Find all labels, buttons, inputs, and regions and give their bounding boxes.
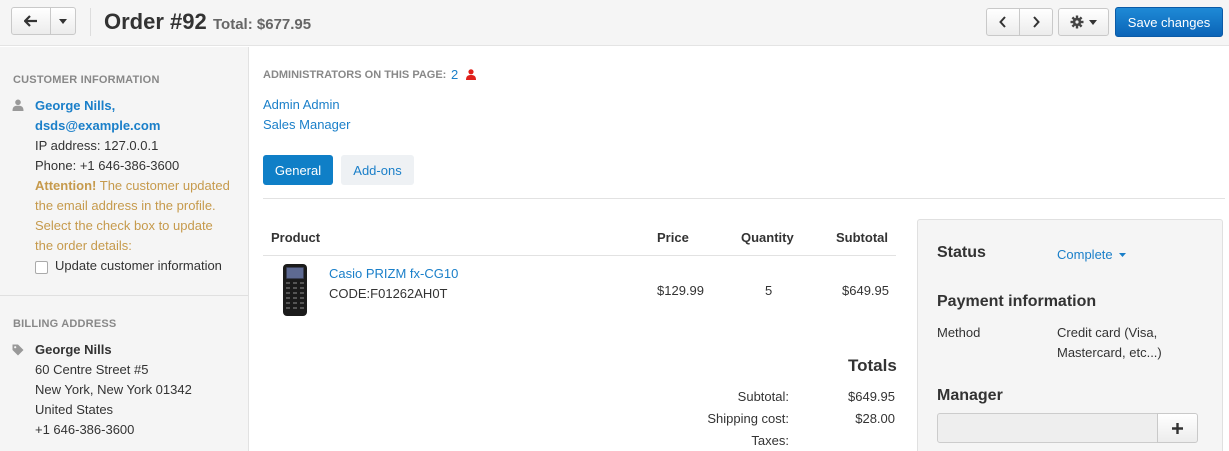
caret-down-icon [1089, 19, 1097, 25]
billing-phone: +1 646-386-3600 [35, 422, 135, 437]
product-price: $129.99 [657, 283, 704, 298]
next-order-button[interactable] [1019, 8, 1053, 36]
status-dropdown[interactable]: Complete [1057, 247, 1127, 262]
arrow-left-icon [24, 15, 37, 27]
update-customer-label[interactable]: Update customer information [55, 258, 222, 273]
customer-phone: Phone: +1 646-386-3600 [35, 158, 180, 173]
back-button-group [11, 7, 76, 35]
shipping-cost-label: Shipping cost: [707, 411, 789, 426]
billing-city: New York, New York 01342 [35, 382, 192, 397]
taxes-label: Taxes: [751, 433, 789, 448]
tab-add-ons[interactable]: Add-ons [341, 155, 414, 185]
tabs-divider [263, 198, 1225, 199]
page-title: Order #92 [104, 9, 207, 34]
product-subtotal: $649.95 [842, 283, 889, 298]
update-customer-checkbox[interactable] [35, 261, 48, 274]
billing-address-heading: BILLING ADDRESS [13, 318, 117, 330]
column-header-subtotal: Subtotal [836, 230, 888, 245]
payment-method-value-1: Credit card (Visa, [1057, 325, 1158, 340]
manager-heading: Manager [937, 387, 1003, 404]
column-header-quantity: Quantity [741, 230, 794, 245]
status-value: Complete [1057, 247, 1113, 262]
status-heading: Status [937, 244, 986, 261]
chevron-left-icon [999, 16, 1006, 28]
toolbar-separator [90, 8, 91, 36]
user-icon [12, 99, 24, 111]
gear-icon [1070, 15, 1084, 29]
attention-text-3: Select the check box to update [35, 218, 213, 233]
manager-input[interactable] [937, 413, 1158, 443]
attention-text-2: the email address in the profile. [35, 198, 216, 213]
tag-icon [12, 344, 24, 356]
chevron-right-icon [1033, 16, 1040, 28]
attention-text-1: The customer updated [96, 178, 230, 193]
payment-method-value-2: Mastercard, etc...) [1057, 345, 1162, 360]
product-name-link[interactable]: Casio PRIZM fx-CG10 [329, 266, 458, 281]
billing-street: 60 Centre Street #5 [35, 362, 149, 377]
subtotal-label: Subtotal: [737, 389, 789, 404]
customer-ip: IP address: 127.0.0.1 [35, 138, 159, 153]
sidebar: CUSTOMER INFORMATION George Nills, dsds@… [0, 47, 249, 451]
payment-info-heading: Payment information [937, 293, 1097, 310]
previous-order-button[interactable] [986, 8, 1020, 36]
back-dropdown-button[interactable] [50, 7, 76, 35]
top-toolbar: Order #92 Total: $677.95 Save changes [0, 0, 1229, 46]
admins-label: ADMINISTRATORS ON THIS PAGE: [263, 69, 447, 81]
tab-general[interactable]: General [263, 155, 333, 185]
subtotal-value: $649.95 [848, 389, 895, 404]
product-quantity: 5 [765, 283, 773, 298]
totals-heading: Totals [848, 356, 897, 375]
customer-info-heading: CUSTOMER INFORMATION [13, 74, 160, 86]
billing-country: United States [35, 402, 114, 417]
attention-text-4: the order details: [35, 238, 132, 253]
billing-name: George Nills [35, 342, 112, 357]
add-manager-button[interactable] [1157, 413, 1198, 443]
attention-message: Attention! The customer updated [35, 178, 230, 193]
admins-count-value: 2 [451, 67, 459, 82]
admin-link-sales-manager[interactable]: Sales Manager [263, 117, 350, 132]
save-changes-button[interactable]: Save changes [1115, 7, 1223, 37]
column-header-product: Product [271, 230, 321, 245]
table-header-divider [263, 255, 896, 256]
customer-email-link[interactable]: dsds@example.com [35, 118, 160, 133]
back-button[interactable] [11, 7, 51, 35]
order-info-panel: Status Complete Payment information Meth… [917, 219, 1223, 451]
order-total: Total: $677.95 [213, 16, 312, 33]
plus-icon [1172, 422, 1183, 434]
caret-down-icon [59, 18, 67, 24]
sidebar-divider [0, 295, 248, 296]
admins-count: 2 [451, 67, 476, 82]
product-code: CODE:F01262AH0T [329, 286, 448, 301]
attention-label: Attention! [35, 178, 97, 193]
column-header-price: Price [657, 230, 689, 245]
caret-down-icon [1119, 253, 1127, 257]
customer-name-link[interactable]: George Nills, [35, 98, 115, 113]
settings-dropdown-button[interactable] [1058, 8, 1109, 36]
admin-user-icon [465, 69, 476, 80]
payment-method-label: Method [937, 325, 981, 340]
product-thumbnail [283, 264, 307, 316]
shipping-cost-value: $28.00 [855, 411, 895, 426]
admin-link-admin[interactable]: Admin Admin [263, 97, 340, 112]
